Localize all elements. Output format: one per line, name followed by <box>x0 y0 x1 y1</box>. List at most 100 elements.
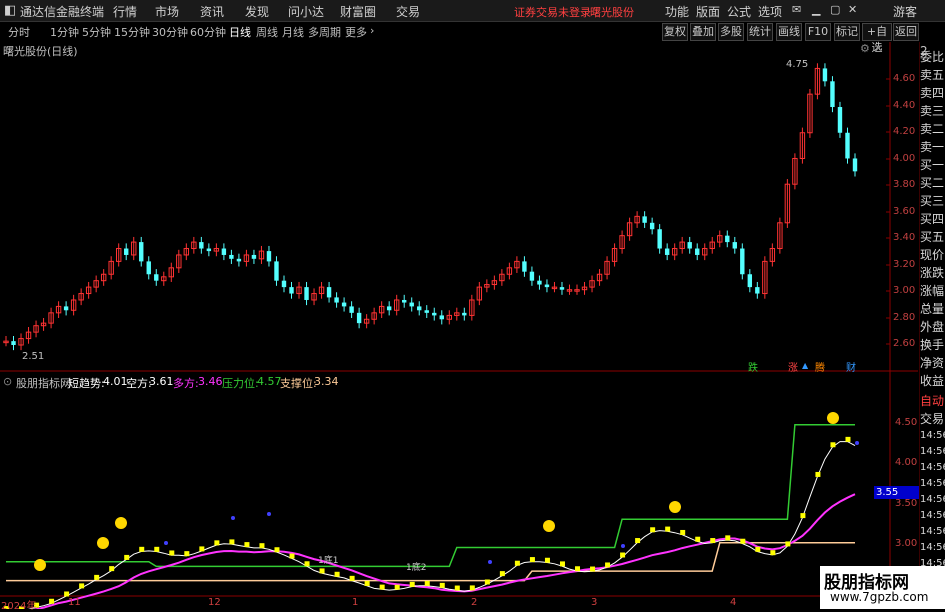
candle-body <box>266 251 272 262</box>
smiley-icon <box>827 412 839 424</box>
x-tick: 3 <box>591 597 598 608</box>
short-trend-value: 4.01 <box>103 375 128 388</box>
trend-block <box>259 543 265 549</box>
candle-body <box>725 235 730 243</box>
ind-y-tick: 3.50 <box>895 498 918 509</box>
y-tick: 4.60 <box>893 73 916 84</box>
candle-body <box>154 274 159 281</box>
marker-rise[interactable]: 涨 <box>788 359 798 374</box>
trend-block <box>394 584 400 590</box>
trend-block <box>740 538 746 544</box>
sidebar-item: 买五 <box>920 230 945 244</box>
sidebar-item: 收益 <box>920 374 945 388</box>
candle-body <box>274 261 279 281</box>
candle-body <box>417 306 422 311</box>
marker-soar[interactable]: 腾 <box>815 359 825 374</box>
main-candles <box>3 63 858 351</box>
support-label: 支撑位: <box>280 377 317 390</box>
candle-body <box>124 248 129 255</box>
trend-block <box>590 566 596 572</box>
trend-block <box>725 535 731 541</box>
star-icon <box>621 544 625 548</box>
trend-block <box>244 542 250 548</box>
marker-fall[interactable]: 跌 <box>748 359 758 374</box>
auto-trade-tab[interactable]: 自动 <box>920 392 945 409</box>
sidebar-item: 买二 <box>920 176 945 190</box>
trend-block <box>695 536 701 542</box>
trend-block <box>169 550 175 556</box>
trend-block <box>514 560 520 566</box>
y-tick: 3.40 <box>893 232 916 243</box>
sidebar-item: 委比 <box>920 50 945 64</box>
candle-body <box>281 280 287 288</box>
trend-block <box>79 583 85 589</box>
candle-body <box>837 107 843 133</box>
trend-block <box>815 471 821 477</box>
trade-time: 14:56 <box>920 478 945 489</box>
sidebar-item: 总量 <box>920 302 945 316</box>
smiley-icon <box>115 517 127 529</box>
star-icon <box>164 541 168 545</box>
close-panel-icon[interactable]: ✕ <box>874 42 883 55</box>
candle-body <box>439 315 444 320</box>
settings-icon[interactable]: ⚙ <box>860 42 870 55</box>
y-tick: 3.60 <box>893 206 916 217</box>
sidebar-item: 卖二 <box>920 122 945 136</box>
sidebar-item: 买一 <box>920 158 945 172</box>
empty-label: 空方: <box>126 377 152 390</box>
chart-canvas[interactable] <box>0 0 945 609</box>
candle-body <box>462 312 467 316</box>
candle-body <box>852 158 858 172</box>
candle-body <box>11 341 16 345</box>
sidebar-item: 卖三 <box>920 104 945 118</box>
trend-block <box>229 539 235 545</box>
candle-body <box>845 132 850 159</box>
y-tick: 3.20 <box>893 259 916 270</box>
y-tick: 4.20 <box>893 126 916 137</box>
candle-body <box>221 248 227 255</box>
trade-tab[interactable]: 交易 <box>920 410 945 427</box>
trend-block <box>94 574 100 580</box>
y-tick: 4.00 <box>893 153 916 164</box>
candle-body <box>687 242 692 249</box>
trend-block <box>334 571 340 577</box>
support-value: 3.34 <box>314 375 339 388</box>
empty-line <box>28 441 856 609</box>
trend-block <box>665 526 671 532</box>
trend-block <box>559 561 565 567</box>
candle-body <box>349 306 354 313</box>
star-icon <box>231 516 235 520</box>
x-tick: 2 <box>471 597 478 608</box>
candle-body <box>432 312 437 316</box>
candle-body <box>522 261 527 272</box>
candle-body <box>695 248 700 255</box>
trend-block <box>710 538 716 544</box>
trend-block <box>469 585 475 591</box>
indicator-drawing <box>4 412 859 609</box>
trade-time: 14:56 <box>920 526 945 537</box>
trend-block <box>499 571 505 577</box>
trade-time: 14:56 <box>920 446 945 457</box>
candle-body <box>206 248 212 252</box>
candle-body <box>544 284 550 288</box>
trend-block <box>770 550 776 556</box>
trend-block <box>424 580 430 586</box>
sidebar-item: 涨跌 <box>920 266 945 280</box>
y-tick: 3.00 <box>893 285 916 296</box>
candle-body <box>830 81 835 108</box>
candle-body <box>822 68 828 82</box>
star-icon <box>855 441 859 445</box>
high-price-label: 4.75 <box>786 59 809 70</box>
trend-block <box>319 568 325 574</box>
trade-time: 14:56 <box>920 430 945 441</box>
short-trend-label: 短趋势: <box>68 377 105 390</box>
marker-finance[interactable]: 财 <box>846 359 856 374</box>
indicator-toggle-icon[interactable]: ⊙ <box>3 375 12 388</box>
candle-body <box>424 310 429 313</box>
current-price-tag: 3.55 <box>874 486 920 499</box>
sidebar-item: 卖一 <box>920 140 945 154</box>
star-icon <box>488 560 492 564</box>
candle-body <box>326 287 332 298</box>
x-tick: 2024年 <box>1 601 37 612</box>
candle-body <box>664 248 670 255</box>
